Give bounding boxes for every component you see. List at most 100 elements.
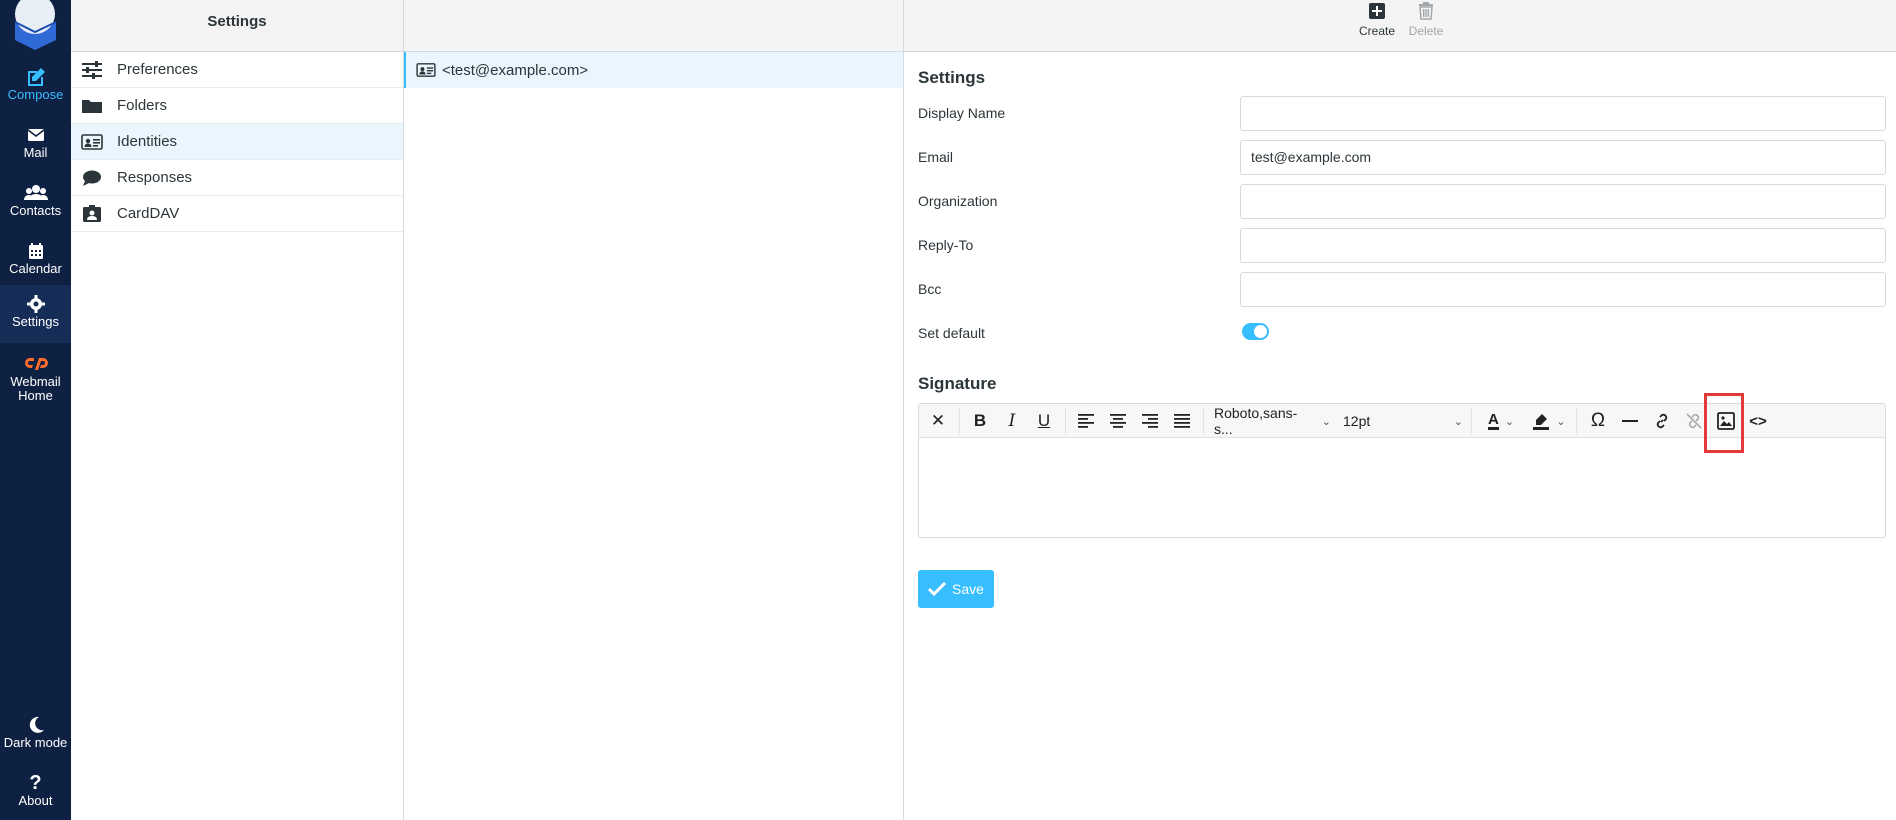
set-default-toggle[interactable] — [1242, 323, 1269, 340]
text-color-icon: A — [1487, 410, 1499, 430]
display-name-input[interactable] — [1240, 96, 1886, 131]
create-button[interactable]: Create — [1352, 2, 1402, 38]
bold-icon[interactable]: B — [966, 407, 994, 435]
align-right-icon[interactable] — [1136, 407, 1164, 435]
highlight-color-button[interactable]: ⌄ — [1527, 407, 1571, 435]
identity-editor: Create Delete Settings Display Name Emai… — [904, 0, 1896, 820]
highlighter-icon — [1533, 414, 1550, 430]
settings-item-responses[interactable]: Responses — [71, 160, 403, 196]
align-justify-icon[interactable] — [1168, 407, 1196, 435]
align-center-icon[interactable] — [1104, 407, 1132, 435]
reply-to-input[interactable] — [1240, 228, 1886, 263]
nav-contacts-label: Contacts — [9, 203, 62, 218]
address-book-icon — [83, 204, 101, 222]
identity-email: <test@example.com> — [442, 61, 589, 79]
main-nav: Compose Mail Contacts Calendar Settings … — [0, 0, 71, 820]
settings-item-label: Identities — [117, 133, 178, 150]
mail-icon — [0, 124, 71, 146]
content-toolbar: Create Delete — [904, 0, 1896, 52]
bcc-input[interactable] — [1240, 272, 1886, 307]
folder-icon — [82, 99, 102, 113]
plus-square-icon — [1352, 2, 1402, 24]
toolbar-separator — [1203, 408, 1204, 434]
identities-header — [404, 0, 903, 52]
horizontal-line-icon[interactable] — [1616, 407, 1644, 435]
check-icon — [928, 582, 947, 596]
nav-dark-mode[interactable]: Dark mode — [0, 706, 71, 764]
remove-format-icon[interactable]: ✕ — [924, 407, 952, 435]
roundcube-logo[interactable] — [7, 0, 64, 50]
chevron-down-icon: ⌄ — [1453, 415, 1463, 428]
moon-icon — [0, 714, 71, 736]
question-icon: ? — [29, 772, 42, 794]
delete-button[interactable]: Delete — [1401, 2, 1451, 38]
calendar-icon — [0, 240, 71, 262]
nav-compose-label: Compose — [7, 87, 64, 102]
font-family-value: Roboto,sans-s... — [1214, 405, 1298, 437]
settings-item-identities[interactable]: Identities — [71, 124, 403, 160]
organization-label: Organization — [918, 193, 998, 209]
settings-item-label: CardDAV — [117, 205, 180, 222]
email-label: Email — [918, 149, 954, 165]
delete-label: Delete — [1408, 24, 1444, 38]
sliders-icon — [82, 60, 102, 79]
nav-settings[interactable]: Settings — [0, 285, 71, 343]
identities-column: <test@example.com> — [404, 0, 904, 820]
id-card-icon — [81, 133, 103, 150]
email-input[interactable]: test@example.com — [1240, 140, 1886, 175]
source-code-icon[interactable]: <> — [1744, 407, 1772, 435]
save-button[interactable]: Save — [918, 570, 994, 608]
create-label: Create — [1358, 24, 1396, 38]
font-family-select[interactable]: Roboto,sans-s... ⌄ — [1214, 405, 1331, 437]
nav-compose[interactable]: Compose — [0, 58, 71, 116]
nav-about-label: About — [18, 793, 53, 808]
nav-calendar-label: Calendar — [9, 261, 62, 276]
chevron-down-icon: ⌄ — [1556, 415, 1566, 428]
settings-item-carddav[interactable]: CardDAV — [71, 196, 403, 232]
settings-item-folders[interactable]: Folders — [71, 88, 403, 124]
set-default-label: Set default — [918, 325, 985, 341]
nav-mail[interactable]: Mail — [0, 116, 71, 174]
settings-menu-title: Settings — [71, 0, 403, 52]
align-left-icon[interactable] — [1072, 407, 1100, 435]
settings-item-label: Folders — [117, 97, 168, 114]
compose-icon — [0, 66, 71, 88]
trash-icon — [1401, 2, 1451, 24]
display-name-label: Display Name — [918, 105, 1006, 121]
nav-webmail-home[interactable]: Webmail Home — [0, 345, 71, 405]
font-size-value: 12pt — [1343, 413, 1371, 429]
toolbar-separator — [1576, 408, 1577, 434]
signature-section-title: Signature — [918, 374, 997, 393]
italic-icon[interactable]: I — [998, 407, 1026, 435]
id-card-icon — [416, 63, 436, 77]
cpanel-icon — [0, 353, 71, 375]
toolbar-separator — [959, 408, 960, 434]
settings-section-title: Settings — [918, 68, 986, 87]
toggle-knob — [1254, 325, 1267, 338]
nav-about[interactable]: ? About — [0, 764, 71, 820]
nav-dark-mode-label: Dark mode — [3, 735, 68, 750]
chevron-down-icon: ⌄ — [1321, 415, 1331, 428]
special-char-icon[interactable]: Ω — [1584, 407, 1612, 435]
comment-icon — [83, 170, 101, 186]
nav-mail-label: Mail — [23, 145, 48, 160]
identity-row[interactable]: <test@example.com> — [404, 52, 903, 88]
contacts-icon — [0, 182, 71, 204]
underline-icon[interactable]: U — [1030, 407, 1058, 435]
text-color-button[interactable]: A ⌄ — [1479, 407, 1523, 435]
settings-item-label: Preferences — [117, 61, 198, 78]
settings-item-preferences[interactable]: Preferences — [71, 52, 403, 88]
nav-calendar[interactable]: Calendar — [0, 232, 71, 290]
nav-settings-label: Settings — [12, 314, 59, 329]
image-button-highlight — [1704, 393, 1744, 453]
bcc-label: Bcc — [918, 281, 942, 297]
reply-to-label: Reply-To — [918, 237, 974, 253]
nav-contacts[interactable]: Contacts — [0, 174, 71, 232]
toolbar-separator — [1471, 408, 1472, 434]
link-icon[interactable] — [1648, 407, 1676, 435]
font-size-select[interactable]: 12pt ⌄ — [1343, 407, 1463, 435]
settings-item-label: Responses — [117, 169, 193, 186]
gear-icon — [0, 293, 71, 315]
nav-webmail-home-label: Webmail Home — [10, 374, 61, 403]
organization-input[interactable] — [1240, 184, 1886, 219]
